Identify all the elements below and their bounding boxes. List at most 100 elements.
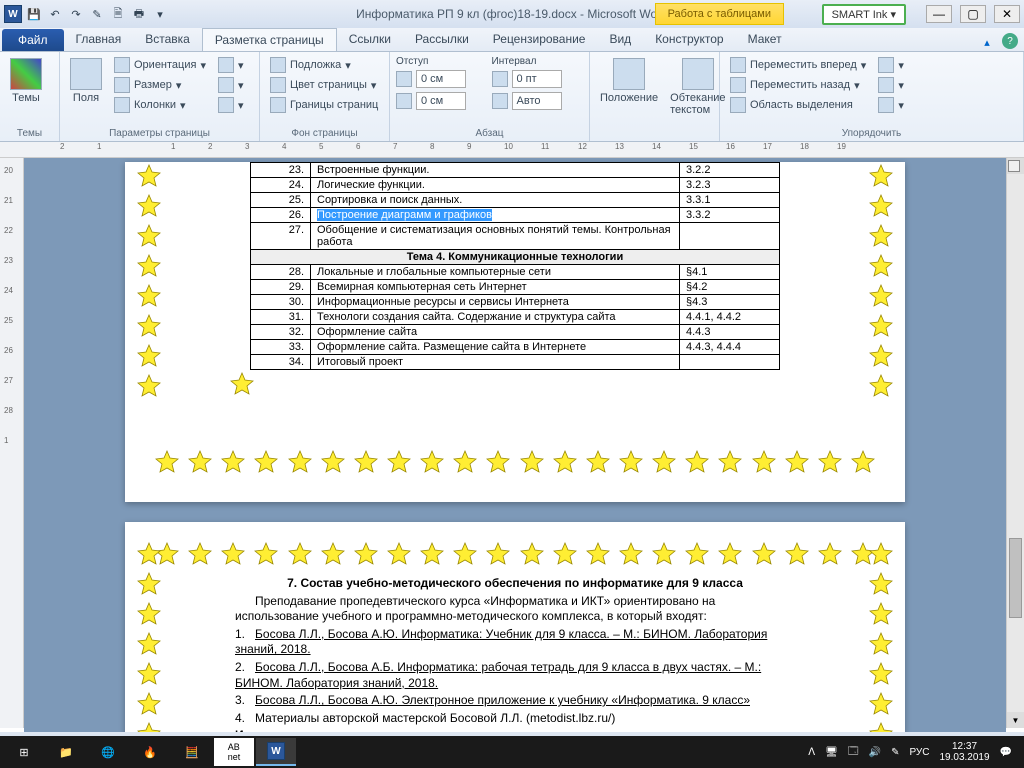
bring-forward-button[interactable]: Переместить вперед ▾ <box>726 56 870 74</box>
pageborders-button[interactable]: Границы страниц <box>266 96 382 114</box>
group-button[interactable]: ▾ <box>874 76 908 94</box>
star-icon <box>288 450 312 474</box>
side-icon[interactable] <box>1008 160 1020 172</box>
ribbon-tab[interactable]: Разметка страницы <box>202 28 337 51</box>
qat-dropdown-icon[interactable]: ▾ <box>151 5 169 23</box>
star-icon <box>752 542 776 566</box>
space-before-input[interactable]: 0 пт <box>512 70 562 88</box>
position-button[interactable]: Положение <box>596 56 662 106</box>
star-icon <box>619 450 643 474</box>
indent-right-icon <box>396 93 412 109</box>
group-position: Положение Обтекание текстом <box>590 52 720 141</box>
table-tools-tab[interactable]: Работа с таблицами <box>655 3 784 25</box>
star-icon <box>869 602 893 626</box>
star-icon <box>137 572 161 596</box>
star-icon <box>155 450 179 474</box>
star-icon <box>137 314 161 338</box>
indent-right-input[interactable]: 0 см <box>416 92 466 110</box>
space-after-input[interactable]: Авто <box>512 92 562 110</box>
taskbar-calc-icon[interactable]: 🧮 <box>172 738 212 766</box>
document-page[interactable]: 23.Встроенные функции.3.2.224.Логические… <box>125 162 905 502</box>
size-button[interactable]: Размер ▾ <box>110 76 210 94</box>
send-backward-button[interactable]: Переместить назад ▾ <box>726 76 870 94</box>
selection-pane-button[interactable]: Область выделения <box>726 96 870 114</box>
align-button[interactable]: ▾ <box>874 56 908 74</box>
star-icon <box>137 224 161 248</box>
horizontal-ruler[interactable]: 2112345678910111213141516171819 <box>0 142 1024 158</box>
star-icon <box>869 164 893 188</box>
rotate-button[interactable]: ▾ <box>874 96 908 114</box>
smart-ink-badge[interactable]: SMART Ink ▾ <box>822 4 906 25</box>
document-page[interactable]: 7. Состав учебно-методического обеспечен… <box>125 522 905 742</box>
qat-icon[interactable]: ✎ <box>88 5 106 23</box>
tray-notifications-icon[interactable]: 💬 <box>1000 747 1012 758</box>
ribbon-tab[interactable]: Макет <box>736 28 794 51</box>
ribbon-tab[interactable]: Ссылки <box>337 28 403 51</box>
scroll-thumb[interactable] <box>1009 538 1022 618</box>
tray-time[interactable]: 12:37 <box>939 741 989 752</box>
star-icon <box>869 662 893 686</box>
ribbon-tab[interactable]: Рассылки <box>403 28 481 51</box>
star-icon <box>321 542 345 566</box>
ribbon-tab[interactable]: Конструктор <box>643 28 735 51</box>
ribbon-collapse-icon[interactable]: ▴ <box>978 33 996 51</box>
hyphenation-button[interactable]: ▾ <box>214 96 248 114</box>
tray-language[interactable]: РУС <box>909 747 929 758</box>
window-title: Информатика РП 9 кл (фгос)18-19.docx - M… <box>356 7 668 21</box>
tray-date[interactable]: 19.03.2019 <box>939 752 989 763</box>
taskbar-app-icon[interactable]: 🔥 <box>130 738 170 766</box>
tray-chevron-icon[interactable]: ᐱ <box>808 747 815 758</box>
save-icon[interactable]: 💾 <box>25 5 43 23</box>
pagecolor-button[interactable]: Цвет страницы ▾ <box>266 76 382 94</box>
tray-volume-icon[interactable]: 🔊 <box>869 747 881 758</box>
star-icon <box>453 542 477 566</box>
star-icon <box>387 450 411 474</box>
ribbon: Темы Темы Поля Ориентация ▾ Размер ▾ Кол… <box>0 52 1024 142</box>
star-icon <box>718 450 742 474</box>
orientation-button[interactable]: Ориентация ▾ <box>110 56 210 74</box>
star-icon <box>785 542 809 566</box>
tray-icon[interactable]: 🖥 <box>825 747 838 758</box>
taskbar-app-icon[interactable]: ABnet <box>214 738 254 766</box>
taskbar-chrome-icon[interactable]: 🌐 <box>88 738 128 766</box>
vertical-scrollbar[interactable]: ▲ ▼ <box>1006 158 1024 728</box>
themes-button[interactable]: Темы <box>6 56 46 106</box>
minimize-button[interactable]: — <box>926 5 952 23</box>
scroll-down-button[interactable]: ▼ <box>1007 712 1024 728</box>
linenumbers-button[interactable]: ▾ <box>214 76 248 94</box>
qat-icon[interactable]: 🗎 <box>109 5 127 23</box>
ribbon-tab[interactable]: Рецензирование <box>481 28 598 51</box>
vertical-ruler[interactable]: 2021222324252627281 <box>0 158 24 728</box>
ribbon-tab[interactable]: Главная <box>64 28 134 51</box>
undo-icon[interactable]: ↶ <box>46 5 64 23</box>
star-icon <box>137 692 161 716</box>
star-icon <box>869 344 893 368</box>
start-button[interactable]: ⊞ <box>4 738 44 766</box>
group-arrange: Переместить вперед ▾ Переместить назад ▾… <box>720 52 1024 141</box>
ribbon-tab[interactable]: Вид <box>597 28 643 51</box>
tray-pen-icon[interactable]: ✎ <box>891 747 899 758</box>
taskbar-explorer-icon[interactable]: 📁 <box>46 738 86 766</box>
lesson-table[interactable]: 23.Встроенные функции.3.2.224.Логические… <box>250 162 780 370</box>
watermark-button[interactable]: Подложка ▾ <box>266 56 382 74</box>
close-button[interactable]: ✕ <box>994 5 1020 23</box>
side-panel-icons <box>1008 160 1022 172</box>
taskbar-word-icon[interactable]: W <box>256 738 296 766</box>
tray-display-icon[interactable]: 🗔 <box>848 744 859 761</box>
star-icon <box>387 542 411 566</box>
document-area[interactable]: 23.Встроенные функции.3.2.224.Логические… <box>24 158 1006 742</box>
help-icon[interactable]: ? <box>1002 33 1018 49</box>
maximize-button[interactable]: ▢ <box>960 5 986 23</box>
word-icon[interactable]: W <box>4 5 22 23</box>
ribbon-tab[interactable]: Вставка <box>133 28 202 51</box>
indent-left-input[interactable]: 0 см <box>416 70 466 88</box>
print-icon[interactable]: 🖶 <box>130 5 148 23</box>
redo-icon[interactable]: ↷ <box>67 5 85 23</box>
star-icon <box>586 450 610 474</box>
star-icon <box>188 450 212 474</box>
file-tab[interactable]: Файл <box>2 29 64 51</box>
breaks-button[interactable]: ▾ <box>214 56 248 74</box>
star-icon <box>137 344 161 368</box>
margins-button[interactable]: Поля <box>66 56 106 106</box>
columns-button[interactable]: Колонки ▾ <box>110 96 210 114</box>
